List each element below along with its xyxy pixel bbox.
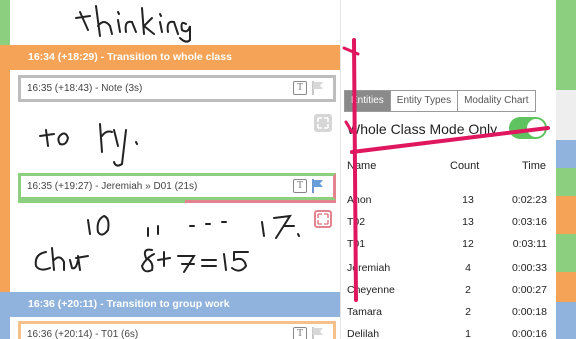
flag-icon[interactable] (311, 178, 325, 194)
whole-class-mode-toggle[interactable] (509, 117, 547, 139)
timeline-strip-orange (0, 45, 10, 293)
entity-time: 0:02:23 (511, 194, 547, 206)
event-transition-whole-class[interactable]: 16:34 (+18:29) - Transition to whole cla… (0, 45, 340, 70)
right-strip-orange (555, 196, 576, 234)
tab-modality-chart[interactable]: Modality Chart (457, 90, 536, 112)
entity-time: 0:00:33 (511, 262, 547, 274)
entity-name: Tamara (347, 306, 383, 318)
handwriting-card-1 (18, 0, 336, 44)
tab-entity-types[interactable]: Entity Types (389, 90, 459, 112)
right-strip-green-3 (555, 234, 576, 272)
right-strip-orange-2 (555, 272, 576, 302)
entity-name: Cheyenne (347, 284, 395, 296)
tab-entities[interactable]: Entities (344, 90, 391, 112)
entity-count: 4 (465, 262, 471, 274)
timeline-strip-green (0, 0, 10, 45)
table-row[interactable]: Tamara 2 0:00:18 (341, 306, 551, 324)
note-entry[interactable]: 16:35 (+18:43) - Note (3s) T (18, 75, 336, 102)
expand-icon[interactable] (314, 114, 332, 132)
handwriting-thinking (75, 5, 191, 43)
entity-count: 2 (465, 284, 471, 296)
text-note-icon[interactable]: T (293, 179, 307, 193)
note-underline-green (18, 200, 185, 203)
flag-icon[interactable] (311, 80, 325, 96)
handwriting-math (34, 214, 300, 273)
column-header-name[interactable]: Name (347, 160, 376, 172)
entity-name: T02 (347, 216, 366, 228)
column-header-time[interactable]: Time (522, 160, 546, 172)
entity-panel: Entities Entity Types Modality Chart Who… (340, 0, 555, 339)
right-strip-blue-2 (555, 302, 576, 339)
note-underline-red (185, 200, 336, 203)
flag-icon[interactable] (311, 326, 325, 339)
right-strip-green (555, 0, 576, 90)
right-divider (552, 0, 556, 339)
entity-count: 13 (462, 194, 474, 206)
handwriting-card-3 (18, 204, 336, 290)
entity-time: 0:03:11 (512, 238, 547, 250)
entity-time: 0:00:27 (511, 284, 547, 296)
right-strip-green-2 (555, 168, 576, 196)
entity-count: 12 (462, 238, 474, 250)
handwriting-card-2 (18, 104, 336, 170)
timeline-panel: 16:34 (+18:29) - Transition to whole cla… (0, 0, 340, 339)
note-entry-jeremiah[interactable]: 16:35 (+19:27) - Jeremiah » D01 (21s) T (18, 173, 336, 200)
toggle-knob (527, 119, 545, 137)
entity-name: T01 (347, 238, 366, 250)
entity-time: 0:03:16 (511, 216, 547, 228)
text-note-icon[interactable]: T (293, 81, 307, 95)
entity-name: Delilah (347, 328, 380, 339)
note-label: 16:36 (+20:14) - T01 (6s) (27, 329, 139, 339)
event-transition-group-work[interactable]: 16:36 (+20:11) - Transition to group wor… (0, 292, 340, 317)
note-label: 16:35 (+19:27) - Jeremiah » D01 (21s) (27, 181, 198, 192)
expand-icon[interactable] (314, 210, 332, 228)
table-row[interactable]: Delilah 1 0:00:16 (341, 328, 551, 339)
right-strip-blue (555, 140, 576, 168)
entity-time: 0:00:18 (511, 306, 547, 318)
handwriting-to-try (39, 123, 138, 167)
column-header-count[interactable]: Count (450, 160, 479, 172)
table-row[interactable]: Cheyenne 2 0:00:27 (341, 284, 551, 302)
entity-name: Jeremiah (347, 262, 391, 274)
entity-count: 2 (465, 306, 471, 318)
right-strip-grey (555, 90, 576, 140)
tab-bar: Entities Entity Types Modality Chart (344, 90, 536, 112)
table-row[interactable]: T02 13 0:03:16 (341, 216, 551, 234)
text-note-icon[interactable]: T (293, 327, 307, 339)
table-row[interactable]: T01 12 0:03:11 (341, 238, 551, 256)
entity-count: 13 (462, 216, 474, 228)
entity-name: Anon (347, 194, 372, 206)
whole-class-mode-label: Whole Class Mode Only (347, 121, 498, 137)
table-row[interactable]: Anon 13 0:02:23 (341, 194, 551, 212)
note-label: 16:35 (+18:43) - Note (3s) (27, 83, 143, 94)
table-row[interactable]: Jeremiah 4 0:00:33 (341, 262, 551, 280)
entity-time: 0:00:16 (511, 328, 547, 339)
note-entry[interactable]: 16:36 (+20:14) - T01 (6s) T (18, 321, 336, 339)
entity-count: 1 (465, 328, 471, 339)
